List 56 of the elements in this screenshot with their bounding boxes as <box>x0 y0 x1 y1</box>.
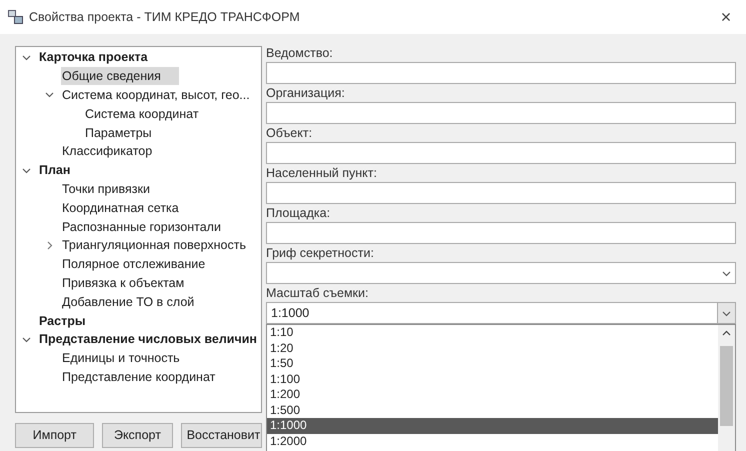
dropdown-option[interactable]: 1:20 <box>267 340 718 356</box>
tree-item[interactable]: Триангуляционная поверхность <box>61 236 247 254</box>
app-icon <box>8 10 23 24</box>
field-label: Масштаб съемки: <box>266 285 370 301</box>
tree-item[interactable]: Представление числовых величин <box>38 330 258 348</box>
dropdown-field[interactable]: 1:1000 <box>266 302 736 324</box>
dropdown-option[interactable]: 1:10 <box>267 325 718 340</box>
tree-item[interactable]: Единицы и точность <box>61 349 181 368</box>
tree-item[interactable]: Координатная сетка <box>61 198 180 217</box>
input-field[interactable] <box>266 102 736 124</box>
input-field[interactable] <box>266 182 736 204</box>
collapse-chevron-icon[interactable] <box>22 166 31 175</box>
field-label: Организация: <box>266 85 346 101</box>
dropdown-option[interactable]: 1:200 <box>267 387 718 402</box>
field-label: Населенный пункт: <box>266 165 378 181</box>
tree-item[interactable]: Растры <box>38 312 87 330</box>
window-title: Свойства проекта - ТИМ КРЕДО ТРАНСФОРМ <box>29 8 300 26</box>
action-button[interactable]: Экспорт <box>102 423 173 448</box>
tree-item[interactable]: Представление координат <box>61 368 216 386</box>
dropdown-option[interactable]: 1:1000 <box>267 418 718 434</box>
input-field[interactable] <box>266 62 736 84</box>
tree-item[interactable]: План <box>38 161 72 180</box>
collapse-chevron-icon[interactable] <box>22 334 31 344</box>
field-label: Ведомство: <box>266 45 334 61</box>
tree-item[interactable]: Система координат, высот, гео... <box>61 86 251 104</box>
tree-item[interactable]: Добавление ТО в слой <box>61 292 196 311</box>
dropdown-option[interactable]: 1:2000 <box>267 434 718 449</box>
tree-item[interactable]: Общие сведения <box>61 67 179 86</box>
tree-item[interactable]: Параметры <box>84 124 153 142</box>
field-label: Площадка: <box>266 205 332 221</box>
dropdown-field[interactable] <box>266 262 736 284</box>
scrollbar-thumb[interactable] <box>720 346 733 426</box>
expand-chevron-icon[interactable] <box>45 240 54 250</box>
dropdown-chevron-icon[interactable] <box>722 308 731 318</box>
action-button[interactable]: Восстановит <box>180 423 262 448</box>
field-label: Гриф секретности: <box>266 245 375 261</box>
tree-item[interactable]: Классификатор <box>61 142 154 160</box>
tree-item[interactable]: Карточка проекта <box>38 48 149 66</box>
collapse-chevron-icon[interactable] <box>45 90 54 100</box>
input-field[interactable] <box>266 222 736 244</box>
tree-item[interactable]: Система координат <box>84 104 200 123</box>
dropdown-option[interactable]: 1:100 <box>267 372 718 387</box>
close-button[interactable]: × <box>714 8 738 26</box>
collapse-chevron-icon[interactable] <box>22 52 31 62</box>
scrollbar[interactable] <box>718 325 735 451</box>
dropdown-option[interactable]: 1:500 <box>267 402 718 418</box>
dropdown-option[interactable]: 1:50 <box>267 356 718 372</box>
input-field[interactable] <box>266 142 736 164</box>
tree-item[interactable]: Полярное отслеживание <box>61 255 206 274</box>
dropdown-chevron-icon[interactable] <box>722 268 730 278</box>
field-label: Объект: <box>266 125 314 141</box>
action-button[interactable]: Импорт <box>15 423 94 448</box>
scroll-up-icon[interactable] <box>722 329 731 338</box>
tree-item[interactable]: Привязка к объектам <box>61 274 186 292</box>
tree-item[interactable]: Распознанные горизонтали <box>61 218 222 236</box>
tree-item[interactable]: Точки привязки <box>61 180 151 198</box>
